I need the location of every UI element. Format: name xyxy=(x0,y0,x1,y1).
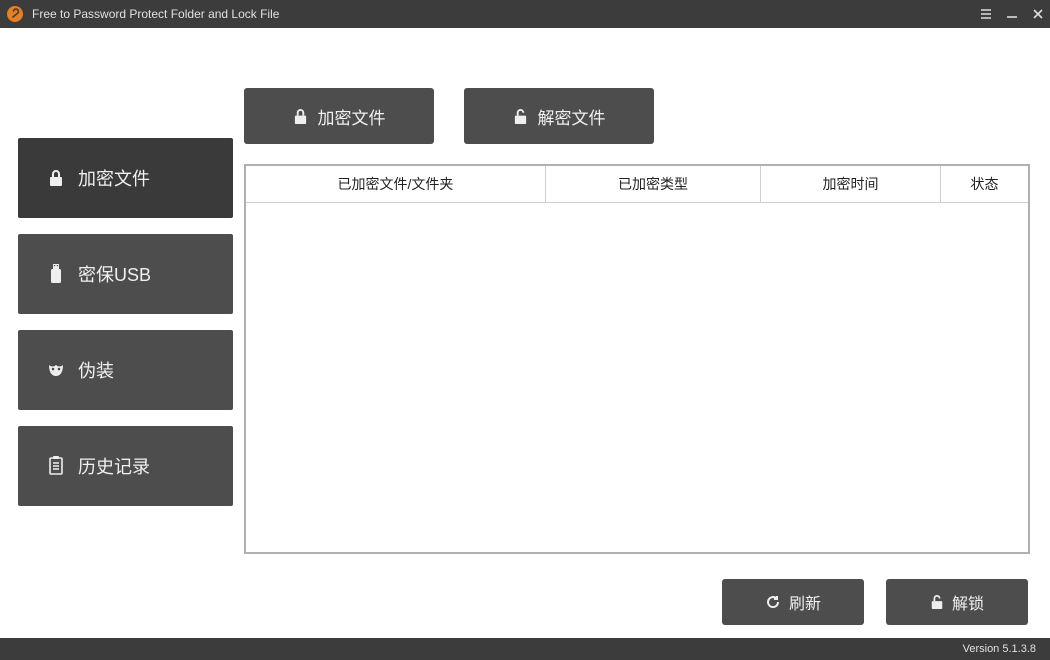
table-header-time[interactable]: 加密时间 xyxy=(761,166,941,202)
refresh-button[interactable]: 刷新 xyxy=(722,579,864,625)
status-bar: Version 5.1.3.8 xyxy=(0,638,1050,660)
decrypt-button[interactable]: 解密文件 xyxy=(464,88,654,144)
lock-icon xyxy=(46,169,66,187)
file-table[interactable]: 已加密文件/文件夹 已加密类型 加密时间 状态 xyxy=(244,164,1030,554)
version-label: Version 5.1.3.8 xyxy=(963,643,1036,655)
table-header-row: 已加密文件/文件夹 已加密类型 加密时间 状态 xyxy=(246,166,1028,203)
encrypt-button[interactable]: 加密文件 xyxy=(244,88,434,144)
encrypt-button-label: 加密文件 xyxy=(318,104,386,129)
mask-icon xyxy=(46,361,66,379)
sidebar: 加密文件 密保USB 伪装 xyxy=(0,28,234,628)
menu-icon[interactable] xyxy=(980,8,992,20)
history-icon xyxy=(46,456,66,476)
window-controls xyxy=(980,8,1044,20)
sidebar-item-usb[interactable]: 密保USB xyxy=(18,234,233,314)
decrypt-button-label: 解密文件 xyxy=(538,104,606,129)
refresh-button-label: 刷新 xyxy=(789,590,821,614)
refresh-icon xyxy=(765,594,781,610)
window-title: Free to Password Protect Folder and Lock… xyxy=(32,7,980,21)
unlock-icon xyxy=(513,108,528,125)
top-toolbar: 加密文件 解密文件 xyxy=(244,28,1030,164)
sidebar-item-label: 历史记录 xyxy=(78,453,150,479)
sidebar-item-label: 伪装 xyxy=(78,357,114,383)
sidebar-item-encrypt[interactable]: 加密文件 xyxy=(18,138,233,218)
minimize-icon[interactable] xyxy=(1006,8,1018,20)
sidebar-item-label: 密保USB xyxy=(78,261,151,287)
app-icon xyxy=(6,5,24,23)
unlock-button-label: 解锁 xyxy=(952,590,984,614)
sidebar-item-label: 加密文件 xyxy=(78,165,150,191)
close-icon[interactable] xyxy=(1032,8,1044,20)
table-header-file[interactable]: 已加密文件/文件夹 xyxy=(246,166,546,202)
usb-icon xyxy=(46,264,66,284)
titlebar: Free to Password Protect Folder and Lock… xyxy=(0,0,1050,28)
unlock-button[interactable]: 解锁 xyxy=(886,579,1028,625)
unlock-icon xyxy=(930,594,944,610)
sidebar-item-disguise[interactable]: 伪装 xyxy=(18,330,233,410)
table-header-type[interactable]: 已加密类型 xyxy=(546,166,761,202)
lock-icon xyxy=(293,108,308,125)
sidebar-item-history[interactable]: 历史记录 xyxy=(18,426,233,506)
main-area: 加密文件 解密文件 已加密文件/文件夹 已加密类型 加密时间 状态 xyxy=(234,28,1050,628)
table-header-status[interactable]: 状态 xyxy=(941,166,1028,202)
bottom-toolbar: 刷新 解锁 xyxy=(244,554,1030,625)
